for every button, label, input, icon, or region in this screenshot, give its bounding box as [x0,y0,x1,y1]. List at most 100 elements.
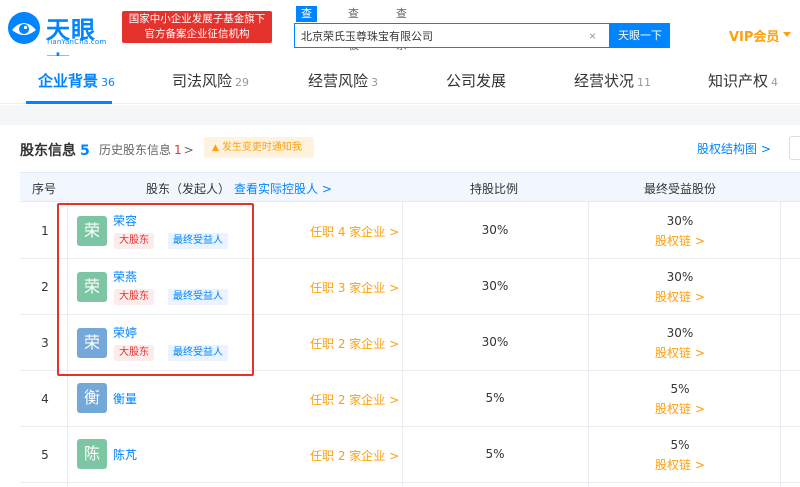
positions-label: 任职 2 家企业 [310,337,386,351]
final-benefit-value: 30% [666,326,694,340]
equity-chain-link[interactable]: 股权链 > [650,232,710,249]
tab-label: 公司发展 [446,72,507,90]
avatar[interactable]: 衡 [77,383,107,413]
header-shareholder: 股东（发起人） 查看实际控股人 > [146,180,332,197]
bell-icon: ▲ [212,143,219,153]
shareholding-ratio: 30% [481,223,509,237]
clear-icon[interactable]: × [589,28,596,44]
shareholder-name[interactable]: 陈芃 [113,446,137,463]
tab-label: 知识产权 [708,72,769,90]
shareholding-ratio: 5% [485,447,505,461]
equity-chain-label: 股权链 [655,234,692,248]
final-benefit-value: 5% [670,382,690,396]
positions-link[interactable]: 任职 3 家企业 > [310,279,399,296]
vip-member-link[interactable]: VIP会员 [729,26,779,45]
tab-label: 企业背景 [38,72,99,90]
tab-count: 3 [371,76,379,89]
tab-label: 经营状况 [574,72,635,90]
side-toggle-button[interactable] [789,136,800,160]
positions-label: 任职 2 家企业 [310,449,386,463]
equity-chain-label: 股权链 [655,346,692,360]
row-index: 5 [41,448,49,462]
header-ratio: 持股比例 [470,182,519,196]
positions-label: 任职 4 家企业 [310,225,386,239]
header-final-benefit: 最终受益股份 [644,182,717,196]
shareholder-section-title: 股东信息 5 [20,140,90,160]
positions-link[interactable]: 任职 2 家企业 > [310,447,399,464]
row-index: 1 [41,224,49,238]
final-benefit-value: 5% [670,438,690,452]
section-divider [0,105,800,125]
view-controller-link[interactable]: 查看实际控股人 > [234,182,332,196]
avatar[interactable]: 陈 [77,439,107,469]
logo-domain: TianYanCha.com [46,38,107,46]
equity-chain-link[interactable]: 股权链 > [650,456,710,473]
search-input[interactable] [301,28,581,44]
gov-badge: 国家中小企业发展子基金旗下 官方备案企业征信机构 [122,11,272,43]
history-count: 1 [174,143,182,157]
row-index: 2 [41,280,49,294]
equity-chain-link[interactable]: 股权链 > [650,400,710,417]
logo-eye-icon [8,12,40,44]
final-benefit-value: 30% [666,214,694,228]
table-row: 5 陈 陈芃 任职 2 家企业 > 5% 5% 股权链 > [20,427,800,483]
positions-link[interactable]: 任职 2 家企业 > [310,391,399,408]
search-box: × [294,23,610,48]
chevron-down-icon[interactable] [783,32,791,37]
positions-link[interactable]: 任职 2 家企业 > [310,335,399,352]
chevron-right-icon: > [183,143,194,157]
tab-operating-status[interactable]: 经营状况 11 [574,70,651,91]
equity-structure-link[interactable]: 股权结构图 > [697,140,771,157]
search-button[interactable]: 天眼一下 [610,23,670,48]
header-shareholder-label: 股东（发起人） [146,182,231,196]
gov-badge-line1: 国家中小企业发展子基金旗下 [128,13,266,25]
section-count: 5 [80,143,90,159]
tab-business-risk[interactable]: 经营风险 3 [308,70,378,91]
search-tab-relation[interactable]: 查关系 [396,6,407,52]
table-row: 4 衡 衡量 任职 2 家企业 > 5% 5% 股权链 > [20,371,800,427]
row-index: 4 [41,392,49,406]
tab-intellectual-property[interactable]: 知识产权 4 [708,70,778,91]
tab-count: 11 [637,76,652,89]
header-index: 序号 [32,182,57,196]
positions-label: 任职 2 家企业 [310,393,386,407]
positions-link[interactable]: 任职 4 家企业 > [310,223,399,240]
row-index: 3 [41,336,49,350]
tianyancha-logo[interactable]: 天眼查 TianYanCha.com [6,8,118,79]
active-tab-indicator [26,101,112,104]
search-tab-company[interactable]: 查公司 [296,6,317,52]
view-controller-label: 查看实际控股人 [234,182,319,196]
equity-chain-label: 股权链 [655,458,692,472]
gov-badge-line2: 官方备案企业征信机构 [144,28,250,40]
equity-link-label: 股权结构图 [697,142,758,156]
tab-judicial-risk[interactable]: 司法风险 29 [172,70,249,91]
equity-chain-link[interactable]: 股权链 > [650,344,710,361]
shareholding-ratio: 30% [481,279,509,293]
notify-on-change-button[interactable]: ▲ 发生变更时通知我 [204,137,314,158]
tab-label: 司法风险 [172,72,233,90]
history-label: 历史股东信息 [99,143,172,157]
tab-company-development[interactable]: 公司发展 [446,70,506,91]
section-title-text: 股东信息 [20,143,76,159]
tab-enterprise-background[interactable]: 企业背景 36 [38,70,115,91]
equity-chain-link[interactable]: 股权链 > [650,288,710,305]
section-nav: 企业背景 36 司法风险 29 经营风险 3 公司发展 经营状况 11 知识产权 4 [0,56,800,104]
search-tab-boss[interactable]: 查老板 [348,6,359,52]
equity-chain-label: 股权链 [655,402,692,416]
table-header: 序号 股东（发起人） 查看实际控股人 > 持股比例 最终受益股份 [20,172,800,202]
highlight-annotation-box [57,203,254,376]
shareholding-ratio: 30% [481,335,509,349]
notify-label: 发生变更时通知我 [221,142,302,153]
history-shareholders-link[interactable]: 历史股东信息 1 > [99,141,194,158]
chevron-right-icon: > [760,142,771,156]
final-benefit-value: 30% [666,270,694,284]
tab-count: 36 [101,76,116,89]
tab-label: 经营风险 [308,72,369,90]
tab-count: 4 [771,76,779,89]
top-header: 天眼查 TianYanCha.com 国家中小企业发展子基金旗下 官方备案企业征… [0,0,800,79]
shareholding-ratio: 5% [485,391,505,405]
shareholder-name[interactable]: 衡量 [113,390,137,407]
equity-chain-label: 股权链 [655,290,692,304]
positions-label: 任职 3 家企业 [310,281,386,295]
tab-count: 29 [235,76,250,89]
